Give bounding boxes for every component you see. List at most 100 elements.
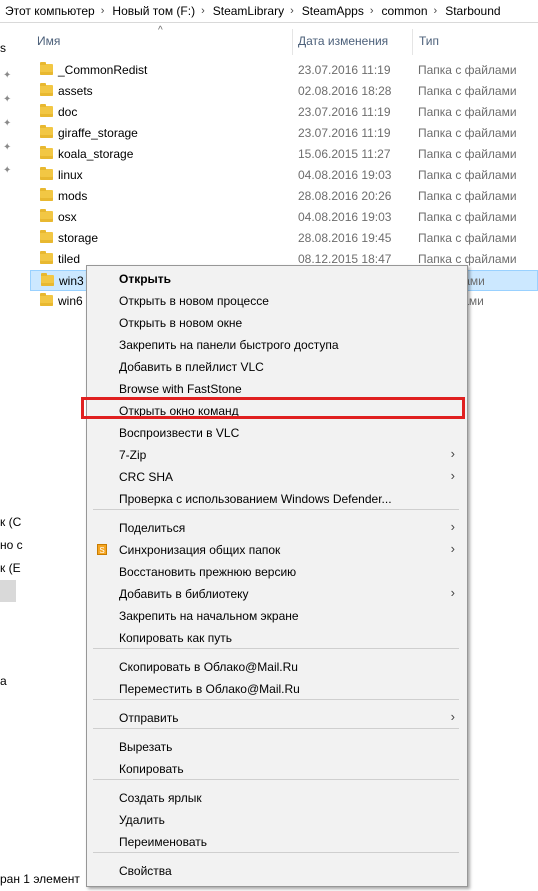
menu-item-16[interactable]: Копировать как путь (87, 627, 467, 649)
file-date: 23.07.2016 11:19 (298, 126, 391, 140)
menu-item-9[interactable]: CRC SHA › (87, 466, 467, 488)
breadcrumb-item-this-pc[interactable]: Этот компьютер (0, 4, 98, 18)
table-row[interactable]: mods 28.08.2016 20:26 Папка с файлами (30, 186, 538, 207)
menu-item-23[interactable]: Удалить (87, 809, 467, 831)
chevron-right-icon[interactable]: › (98, 5, 108, 17)
nav-item-fragment[interactable]: s (0, 41, 6, 55)
table-row[interactable]: osx 04.08.2016 19:03 Папка с файлами (30, 207, 538, 228)
menu-item-6[interactable]: Открыть окно команд (81, 397, 467, 422)
column-type[interactable]: Тип (419, 34, 439, 48)
menu-item-20[interactable]: Вырезать (87, 736, 467, 758)
menu-item-label: Свойства (119, 864, 172, 878)
chevron-right-icon: › (450, 541, 455, 556)
menu-item-1[interactable]: Открыть в новом процессе (87, 290, 467, 312)
context-menu: Открыть Открыть в новом процессе Открыть в… (81, 265, 468, 887)
menu-item-21[interactable]: Копировать (87, 758, 467, 780)
column-name[interactable]: Имя (37, 34, 60, 48)
file-date: 08.12.2015 18:47 (298, 252, 392, 266)
menu-item-25[interactable]: Свойства (87, 860, 467, 882)
nav-item-fragment[interactable]: но c (0, 538, 23, 552)
breadcrumb-item-steamlibrary[interactable]: SteamLibrary (208, 4, 287, 18)
chevron-right-icon[interactable]: › (367, 5, 377, 17)
column-divider[interactable] (292, 29, 293, 55)
menu-item-10[interactable]: Проверка с использованием Windows Defend… (87, 488, 467, 510)
menu-item-11[interactable]: Поделиться › (87, 517, 467, 539)
breadcrumb-item-steamapps[interactable]: SteamApps (297, 4, 367, 18)
breadcrumb: Этот компьютер › Новый том (F:) › SteamL… (0, 0, 538, 23)
folder-icon (40, 62, 53, 75)
pin-icon: ✦ (3, 118, 12, 129)
menu-item-3[interactable]: Закрепить на панели быстрого доступа (87, 334, 467, 356)
file-name: giraffe_storage (58, 126, 138, 140)
nav-selected-item[interactable] (0, 580, 16, 602)
menu-item-0[interactable]: Открыть (87, 268, 467, 290)
breadcrumb-item-drive[interactable]: Новый том (F:) (107, 4, 198, 18)
menu-item-22[interactable]: Создать ярлык (87, 787, 467, 809)
menu-item-8[interactable]: 7-Zip › (87, 444, 467, 466)
menu-item-label: Переместить в Облако@Mail.Ru (119, 682, 300, 696)
table-row[interactable]: giraffe_storage 23.07.2016 11:19 Папка с ф… (30, 123, 538, 144)
menu-item-4[interactable]: Добавить в плейлист VLC (87, 356, 467, 378)
menu-item-7[interactable]: Воспроизвести в VLC (87, 422, 467, 444)
breadcrumb-item-starbound[interactable]: Starbound (440, 4, 503, 18)
file-name: osx (58, 210, 77, 224)
chevron-right-icon: › (450, 468, 455, 483)
pin-icon: ✦ (3, 165, 12, 176)
menu-item-24[interactable]: Переименовать (87, 831, 467, 853)
menu-item-label: Открыть (119, 272, 172, 286)
menu-item-17[interactable]: Скопировать в Облако@Mail.Ru (87, 656, 467, 678)
table-row[interactable]: _CommonRedist 23.07.2016 11:19 Папка с фай… (30, 60, 538, 81)
status-selection-text: ран 1 элемент (0, 872, 80, 886)
table-row[interactable]: koala_storage 15.06.2015 11:27 Папка с фай… (30, 144, 538, 165)
chevron-right-icon[interactable]: › (431, 5, 441, 17)
table-row[interactable]: assets 02.08.2016 18:28 Папка с файлами (30, 81, 538, 102)
nav-item-fragment[interactable]: а (0, 674, 7, 688)
menu-item-18[interactable]: Переместить в Облако@Mail.Ru (87, 678, 467, 700)
chevron-right-icon: › (450, 585, 455, 600)
file-name: koala_storage (58, 147, 134, 161)
menu-item-label: Вырезать (119, 740, 173, 754)
folder-icon (40, 293, 53, 306)
breadcrumb-item-common[interactable]: common (377, 4, 431, 18)
folder-icon (40, 209, 53, 222)
nav-item-fragment[interactable]: к (C (0, 515, 21, 529)
file-name: win6 (58, 294, 83, 308)
table-row[interactable]: doc 23.07.2016 11:19 Папка с файлами (30, 102, 538, 123)
file-type: Папка с файлами (418, 210, 517, 224)
file-date: 04.08.2016 19:03 (298, 210, 392, 224)
menu-item-label: CRC SHA (119, 470, 174, 484)
folder-icon (40, 104, 53, 117)
menu-item-12[interactable]: S Синхронизация общих папок › (87, 539, 467, 561)
file-name: assets (58, 84, 93, 98)
chevron-right-icon: › (450, 519, 455, 534)
file-type: Папка с файлами (418, 84, 517, 98)
folder-icon (40, 230, 53, 243)
menu-item-15[interactable]: Закрепить на начальном экране (87, 605, 467, 627)
chevron-right-icon[interactable]: › (198, 5, 208, 17)
file-type: Папка с файлами (418, 252, 517, 266)
file-date: 23.07.2016 11:19 (298, 105, 391, 119)
file-type: Папка с файлами (418, 105, 517, 119)
menu-item-label: Browse with FastStone (119, 382, 242, 396)
menu-item-label: Копировать (119, 762, 184, 776)
pin-icon: ✦ (3, 142, 12, 153)
menu-item-label: Синхронизация общих папок (119, 543, 281, 557)
table-row[interactable]: linux 04.08.2016 19:03 Папка с файлами (30, 165, 538, 186)
menu-item-14[interactable]: Добавить в библиотеку › (87, 583, 467, 605)
menu-item-label: Закрепить на начальном экране (119, 609, 299, 623)
navigation-pane[interactable]: s ✦ ✦ ✦ ✦ ✦ к (C но c к (E а (0, 23, 30, 868)
chevron-right-icon[interactable]: › (287, 5, 297, 17)
column-date[interactable]: Дата изменения (298, 34, 388, 48)
menu-item-label: Отправить (119, 711, 179, 725)
file-name: _CommonRedist (58, 63, 148, 77)
folder-icon (40, 83, 53, 96)
menu-item-2[interactable]: Открыть в новом окне (87, 312, 467, 334)
chevron-right-icon: › (450, 709, 455, 724)
menu-item-19[interactable]: Отправить › (87, 707, 467, 729)
menu-item-label: Переименовать (119, 835, 207, 849)
column-divider[interactable] (412, 29, 413, 55)
table-row[interactable]: storage 28.08.2016 19:45 Папка с файлами (30, 228, 538, 249)
nav-item-fragment[interactable]: к (E (0, 561, 21, 575)
menu-item-13[interactable]: Восстановить прежнюю версию (87, 561, 467, 583)
file-name: mods (58, 189, 88, 203)
